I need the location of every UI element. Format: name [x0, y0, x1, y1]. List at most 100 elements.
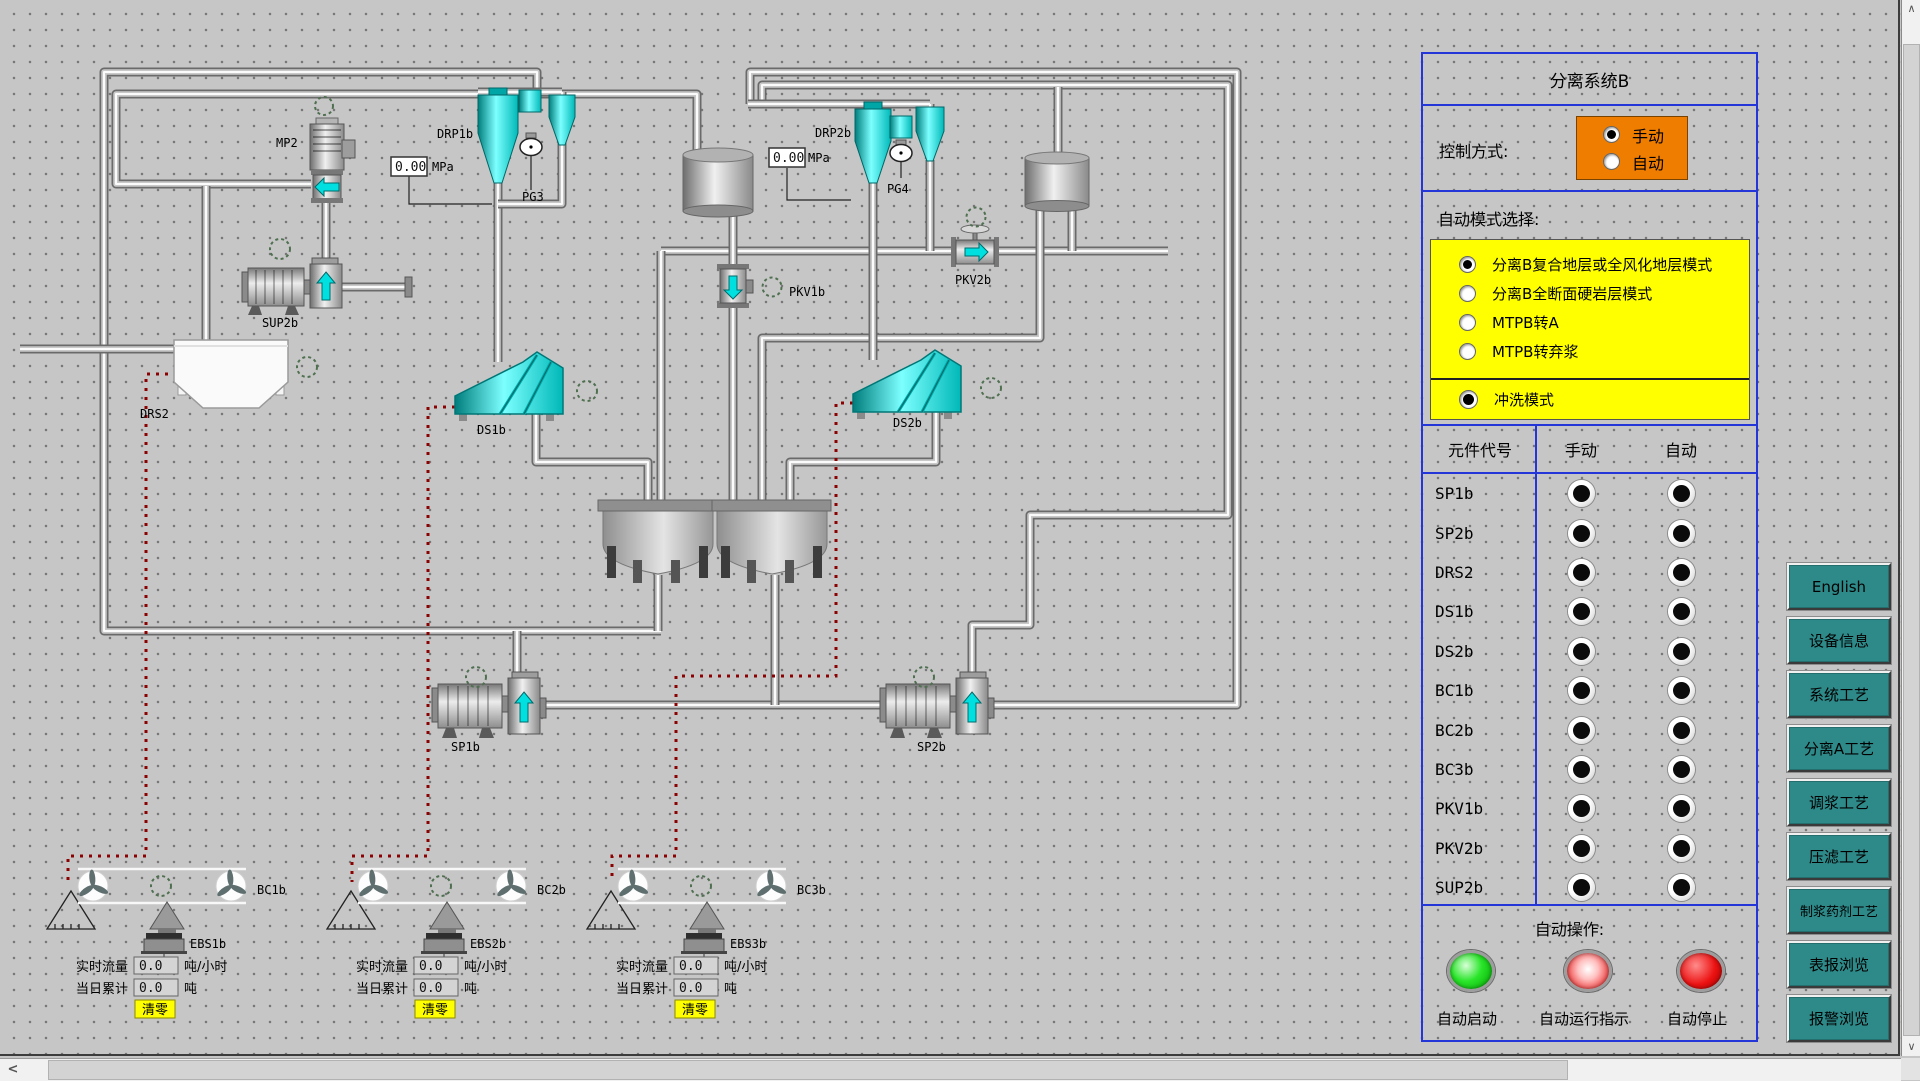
auto-lamp[interactable] [1668, 874, 1695, 901]
pressure-unit-1: MPa [432, 160, 454, 174]
manual-lamp[interactable] [1568, 480, 1595, 507]
auto-start-label: 自动启动 [1437, 1008, 1497, 1029]
agitator-tank-2 [712, 500, 831, 583]
label-pg3: PG3 [522, 190, 544, 204]
pump-sp1b[interactable] [432, 672, 546, 738]
mode-option-2[interactable]: MTPB转A [1431, 308, 1749, 337]
total-value: 0.0 [139, 981, 162, 996]
horizontal-scrollbar[interactable]: < [0, 1058, 1901, 1081]
auto-lamp[interactable] [1668, 638, 1695, 665]
nav-button-slurry-mixing[interactable]: 调浆工艺 [1787, 779, 1891, 826]
chevron-down-icon: ∨ [1907, 1040, 1915, 1053]
pump-sp2b[interactable] [880, 672, 994, 738]
radio-icon[interactable] [1459, 343, 1476, 360]
nav-button-filter-press[interactable]: 压滤工艺 [1787, 833, 1891, 880]
pump-mp2[interactable] [310, 118, 355, 203]
total-unit: 吨 [184, 982, 197, 997]
nav-button-system-process[interactable]: 系统工艺 [1787, 671, 1891, 718]
manual-lamp[interactable] [1568, 520, 1595, 547]
conveyor-bc3b[interactable]: BC3b EBS3b 实时流量 0.0 吨/小时 当日累计 0.0 吨 清零 [587, 869, 826, 1018]
manual-lamp[interactable] [1568, 756, 1595, 783]
label-ds2b: DS2b [893, 416, 922, 430]
manual-lamp[interactable] [1568, 795, 1595, 822]
scroll-down-button[interactable]: ∨ [1902, 1038, 1920, 1056]
radio-icon[interactable] [1459, 390, 1478, 409]
header-auto: 自动 [1625, 437, 1737, 461]
clear-button-label: 清零 [142, 1003, 168, 1018]
control-mode-section: 控制方式: 手动 自动 [1423, 106, 1756, 190]
auto-lamp[interactable] [1668, 795, 1695, 822]
radio-auto-icon[interactable] [1603, 153, 1620, 170]
auto-lamp[interactable] [1668, 520, 1695, 547]
mode-option-3[interactable]: MTPB转弃浆 [1431, 337, 1749, 366]
mode-option-1[interactable]: 分离B全断面硬岩层模式 [1431, 279, 1749, 308]
radio-icon[interactable] [1459, 285, 1476, 302]
vertical-scrollbar[interactable]: ∧ ∨ [1901, 0, 1920, 1056]
total-label: 当日累计 [76, 982, 128, 997]
label-pg4: PG4 [887, 182, 909, 196]
label-sup2b: SUP2b [262, 316, 298, 330]
total-unit: 吨 [724, 982, 737, 997]
manual-lamp[interactable] [1568, 598, 1595, 625]
auto-lamp[interactable] [1668, 559, 1695, 586]
manual-lamp[interactable] [1568, 835, 1595, 862]
component-table: 元件代号 手动 自动 SP1b SP2b DRS2 DS1b DS2b BC1b… [1423, 426, 1756, 904]
radio-manual[interactable]: 手动 [1577, 121, 1687, 148]
auto-start-lamp[interactable] [1447, 950, 1495, 992]
auto-lamp[interactable] [1668, 756, 1695, 783]
nav-button-slurry-agent[interactable]: 制浆药剂工艺 [1787, 887, 1891, 934]
auto-lamp[interactable] [1668, 480, 1695, 507]
header-component: 元件代号 [1423, 437, 1537, 461]
auto-operation-label: 自动操作: [1423, 916, 1716, 940]
table-row: SP2b [1423, 513, 1756, 552]
auto-lamp[interactable] [1668, 598, 1695, 625]
clear-button-label: 清零 [422, 1003, 448, 1018]
manual-lamp[interactable] [1568, 677, 1595, 704]
pump-sup2b[interactable] [242, 258, 342, 315]
pipe-flange [405, 277, 412, 297]
conveyor-bc1b[interactable]: BC1b EBS1b 实时流量 0.0 吨/小时 当日累计 0.0 吨 清零 [47, 869, 286, 1018]
total-label: 当日累计 [356, 982, 408, 997]
auto-lamp[interactable] [1668, 717, 1695, 744]
manual-lamp[interactable] [1568, 717, 1595, 744]
nav-button-alarm-view[interactable]: 报警浏览 [1787, 995, 1891, 1042]
scroll-left-button[interactable]: < [0, 1059, 26, 1081]
valve-pkv2b[interactable] [951, 225, 999, 267]
mode-option-0[interactable]: 分离B复合地层或全风化地层模式 [1431, 250, 1749, 279]
auto-lamp[interactable] [1668, 835, 1695, 862]
radio-manual-icon[interactable] [1603, 126, 1620, 143]
valve-pkv1b[interactable] [717, 264, 753, 308]
table-row: BC3b [1423, 750, 1756, 789]
total-value: 0.0 [679, 981, 702, 996]
total-label: 当日累计 [616, 982, 668, 997]
vertical-scrollbar-thumb[interactable] [1903, 44, 1920, 1036]
auto-lamp[interactable] [1668, 677, 1695, 704]
nav-button-english[interactable]: English [1787, 563, 1891, 610]
radio-icon[interactable] [1459, 314, 1476, 331]
conveyor-bc2b[interactable]: BC2b EBS2b 实时流量 0.0 吨/小时 当日累计 0.0 吨 清零 [327, 869, 566, 1018]
nav-button-separation-a[interactable]: 分离A工艺 [1787, 725, 1891, 772]
mode-option-flush[interactable]: 冲洗模式 [1431, 380, 1749, 418]
manual-lamp[interactable] [1568, 638, 1595, 665]
header-manual: 手动 [1537, 437, 1625, 461]
total-value: 0.0 [419, 981, 442, 996]
horizontal-scrollbar-thumb[interactable] [48, 1060, 1568, 1080]
radio-auto[interactable]: 自动 [1577, 148, 1687, 175]
nav-button-device-info[interactable]: 设备信息 [1787, 617, 1891, 664]
total-unit: 吨 [464, 982, 477, 997]
label-pkv2b: PKV2b [955, 273, 991, 287]
label-sp2b: SP2b [917, 740, 946, 754]
nav-button-report-view[interactable]: 表报浏览 [1787, 941, 1891, 988]
radio-icon[interactable] [1459, 256, 1476, 273]
flow-unit: 吨/小时 [724, 960, 767, 975]
scroll-up-button[interactable]: ∧ [1902, 0, 1920, 18]
pressure-display-1: 0.00 MPa [391, 157, 492, 204]
pressure-value-2: 0.00 [773, 151, 804, 166]
panel-title: 分离系统B [1423, 54, 1756, 104]
auto-stop-lamp[interactable] [1677, 950, 1725, 992]
auto-run-indicator-lamp[interactable] [1564, 950, 1612, 992]
label-drs2: DRS2 [140, 407, 169, 421]
manual-lamp[interactable] [1568, 874, 1595, 901]
manual-lamp[interactable] [1568, 559, 1595, 586]
table-row: PKV1b [1423, 789, 1756, 828]
